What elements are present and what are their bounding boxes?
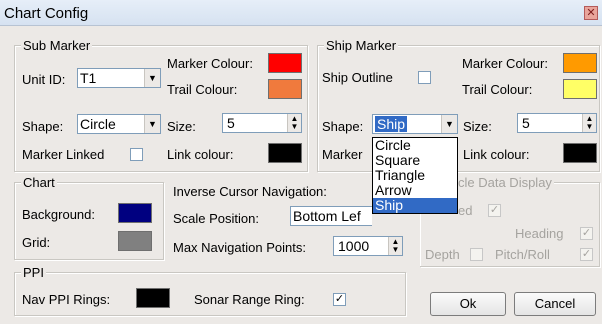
ok-button[interactable]: Ok: [430, 292, 506, 316]
ship-marker-linked-label: Marker: [322, 147, 363, 162]
scale-position-combo[interactable]: Bottom Lef: [290, 206, 372, 226]
sub-size-spinner[interactable]: 5 ▲ ▼: [222, 113, 302, 133]
vehicle-data-legend: cle Data Display: [456, 175, 554, 190]
max-nav-points-label: Max Navigation Points:: [173, 240, 306, 255]
scale-position-value: Bottom Lef: [293, 208, 361, 224]
chart-legend: Chart: [21, 175, 57, 190]
shape-option-circle[interactable]: Circle: [373, 138, 457, 153]
sub-trail-colour-label: Trail Colour:: [167, 82, 238, 97]
sonar-range-ring-label: Sonar Range Ring:: [194, 292, 305, 307]
sub-shape-label: Shape:: [22, 119, 64, 134]
ship-shape-label: Shape:: [322, 119, 364, 134]
shape-option-arrow[interactable]: Arrow: [373, 183, 457, 198]
ship-marker-colour-label: Marker Colour:: [462, 56, 548, 71]
background-colour-swatch[interactable]: [118, 203, 152, 223]
ship-link-colour-label: Link colour:: [463, 147, 530, 162]
sub-shape-value: Circle: [80, 116, 116, 132]
chevron-down-icon[interactable]: ▼: [144, 69, 160, 87]
ship-trail-colour-swatch[interactable]: [563, 79, 597, 99]
speed-label: ed: [458, 203, 473, 218]
ship-link-colour-swatch[interactable]: [563, 143, 597, 163]
scale-position-label: Scale Position:: [173, 211, 259, 226]
sub-link-colour-label: Link colour:: [167, 147, 234, 162]
depth-checkbox[interactable]: [470, 248, 483, 261]
ship-outline-checkbox[interactable]: [418, 71, 431, 84]
inverse-cursor-label: Inverse Cursor Navigation:: [173, 184, 327, 199]
background-label: Background:: [22, 207, 95, 222]
unit-id-label: Unit ID:: [22, 72, 66, 87]
chart-config-window: Chart Config ✕ Sub Marker Unit ID: T1 ▼ …: [0, 0, 602, 324]
grid-colour-swatch[interactable]: [118, 231, 152, 251]
ship-shape-value: Ship: [375, 116, 408, 132]
ship-shape-dropdown-list[interactable]: Circle Square Triangle Arrow Ship: [372, 137, 458, 214]
unit-id-value: T1: [80, 70, 97, 86]
ship-size-label: Size:: [463, 119, 492, 134]
nav-ppi-rings-label: Nav PPI Rings:: [22, 292, 111, 307]
ship-marker-legend: Ship Marker: [324, 38, 399, 53]
spinner-arrows-icon[interactable]: ▲ ▼: [388, 237, 402, 255]
heading-label: Heading: [515, 226, 564, 241]
pitch-roll-checkbox[interactable]: ✓: [580, 248, 593, 261]
ship-shape-combo[interactable]: Ship ▼: [372, 114, 458, 134]
chevron-down-icon[interactable]: ▼: [441, 115, 457, 133]
sub-marker-colour-swatch[interactable]: [268, 53, 302, 73]
spinner-arrows-icon[interactable]: ▲ ▼: [287, 114, 301, 132]
sub-size-label: Size:: [167, 119, 196, 134]
depth-label: Depth: [425, 247, 460, 262]
shape-option-square[interactable]: Square: [373, 153, 457, 168]
window-title: Chart Config: [4, 5, 89, 22]
max-nav-points-spinner[interactable]: 1000 ▲ ▼: [333, 236, 403, 256]
sub-marker-legend: Sub Marker: [21, 38, 93, 53]
ship-size-value: 5: [522, 115, 530, 131]
sub-trail-colour-swatch[interactable]: [268, 79, 302, 99]
sub-marker-colour-label: Marker Colour:: [167, 56, 253, 71]
marker-linked-checkbox[interactable]: [130, 148, 143, 161]
sub-size-value: 5: [227, 115, 235, 131]
ship-outline-label: Ship Outline: [322, 70, 393, 85]
ppi-legend: PPI: [21, 265, 46, 280]
ship-size-spinner[interactable]: 5 ▲ ▼: [517, 113, 597, 133]
max-nav-points-value: 1000: [338, 238, 370, 254]
title-bar: Chart Config ✕: [0, 0, 602, 26]
cancel-button[interactable]: Cancel: [514, 292, 596, 316]
ship-marker-colour-swatch[interactable]: [563, 53, 597, 73]
shape-option-triangle[interactable]: Triangle: [373, 168, 457, 183]
sonar-range-ring-checkbox[interactable]: ✓: [333, 293, 346, 306]
close-icon[interactable]: ✕: [584, 6, 598, 20]
speed-checkbox[interactable]: ✓: [488, 204, 501, 217]
unit-id-combo[interactable]: T1 ▼: [77, 68, 161, 88]
ship-trail-colour-label: Trail Colour:: [462, 82, 533, 97]
shape-option-ship[interactable]: Ship: [373, 198, 457, 213]
spinner-arrows-icon[interactable]: ▲ ▼: [582, 114, 596, 132]
nav-ppi-rings-swatch[interactable]: [136, 288, 170, 308]
pitch-roll-label: Pitch/Roll: [495, 247, 550, 262]
sub-link-colour-swatch[interactable]: [268, 143, 302, 163]
marker-linked-label: Marker Linked: [22, 147, 105, 162]
heading-checkbox[interactable]: ✓: [580, 227, 593, 240]
grid-label: Grid:: [22, 235, 51, 250]
chevron-down-icon[interactable]: ▼: [144, 115, 160, 133]
sub-shape-combo[interactable]: Circle ▼: [77, 114, 161, 134]
